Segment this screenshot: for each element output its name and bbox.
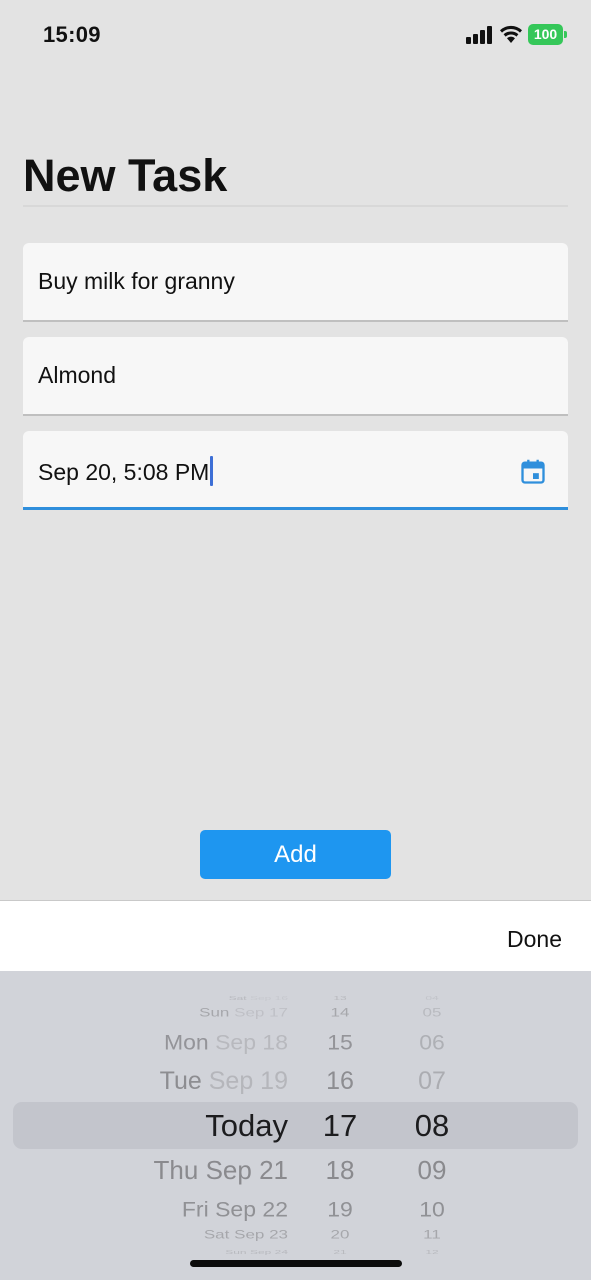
picker-row[interactable]: Tue Sep 19 16 07 (0, 1061, 591, 1101)
picker-month-day-label: Sep 23 (234, 1228, 288, 1242)
picker-row[interactable]: Sun Sep 24 21 12 (0, 1243, 591, 1261)
picker-month-day-label: Sep 24 (249, 1248, 288, 1256)
picker-day-label: Mon (163, 1030, 209, 1054)
picker-date: Mon Sep 18 (164, 1024, 288, 1061)
picker-hour: 16 (326, 1067, 354, 1095)
picker-month-day-label: Sep 19 (208, 1067, 288, 1095)
done-button[interactable]: Done (507, 926, 562, 953)
status-bar: 15:09 100 (0, 0, 591, 72)
picker-row[interactable]: Thu Sep 21 18 09 (0, 1150, 591, 1190)
picker-row-selected[interactable]: Today 17 08 (0, 1106, 591, 1146)
task-description-value: Almond (38, 362, 116, 388)
calendar-icon[interactable] (519, 458, 547, 486)
picker-date: Tue Sep 19 (160, 1061, 288, 1101)
task-description-field[interactable]: Almond (23, 337, 568, 416)
picker-hour: 18 (325, 1155, 355, 1185)
page-title: New Task (23, 150, 228, 201)
picker-month-day-label: Sep 21 (205, 1155, 288, 1185)
picker-hour: 21 (333, 1248, 347, 1256)
task-date-field[interactable]: Sep 20, 5:08 PM (23, 431, 568, 510)
picker-month-day-label: Sep 17 (234, 1006, 288, 1020)
picker-date: Today (205, 1106, 288, 1146)
signal-icon (466, 26, 493, 44)
picker-minute: 07 (418, 1067, 446, 1095)
picker-date: Sun Sep 24 (225, 1243, 288, 1261)
home-indicator (190, 1260, 402, 1267)
status-time: 15:09 (43, 22, 101, 47)
task-title-value: Buy milk for granny (38, 268, 235, 294)
picker-row[interactable]: Mon Sep 18 15 06 (0, 1024, 591, 1061)
picker-minute: 06 (419, 1030, 445, 1054)
picker-minute: 12 (425, 1248, 439, 1256)
picker-day-label: Today (205, 1108, 288, 1143)
picker-day-label: Tue (159, 1067, 202, 1095)
picker-hour: 17 (322, 1108, 358, 1143)
picker-day-label: Sun (225, 1248, 247, 1256)
wifi-icon (499, 24, 523, 43)
text-cursor (210, 456, 214, 486)
picker-day-label: Thu (153, 1155, 199, 1185)
battery-level: 100 (528, 24, 563, 45)
task-date-value-wrap: Sep 20, 5:08 PM (38, 456, 214, 486)
picker-hour: 15 (327, 1030, 353, 1054)
battery-icon: 100 (528, 24, 567, 45)
task-title-field[interactable]: Buy milk for granny (23, 243, 568, 322)
picker-minute: 09 (417, 1155, 447, 1185)
picker-day-label: Fri (181, 1197, 209, 1221)
task-date-value: Sep 20, 5:08 PM (38, 459, 210, 485)
picker-day-label: Sat (203, 1228, 230, 1242)
add-button[interactable]: Add (200, 830, 391, 879)
date-time-picker[interactable]: Sat Sep 16 13 04 Sun Sep 17 14 05 Mon Sep 18 15… (0, 971, 591, 1280)
picker-month-day-label: Sep 18 (215, 1030, 288, 1054)
title-divider (23, 205, 568, 207)
picker-day-label: Sun (199, 1006, 230, 1020)
picker-toolbar: Done (0, 900, 591, 971)
picker-month-day-label: Sep 22 (215, 1197, 288, 1221)
picker-date: Thu Sep 21 (154, 1150, 288, 1190)
picker-minute: 08 (414, 1108, 450, 1143)
